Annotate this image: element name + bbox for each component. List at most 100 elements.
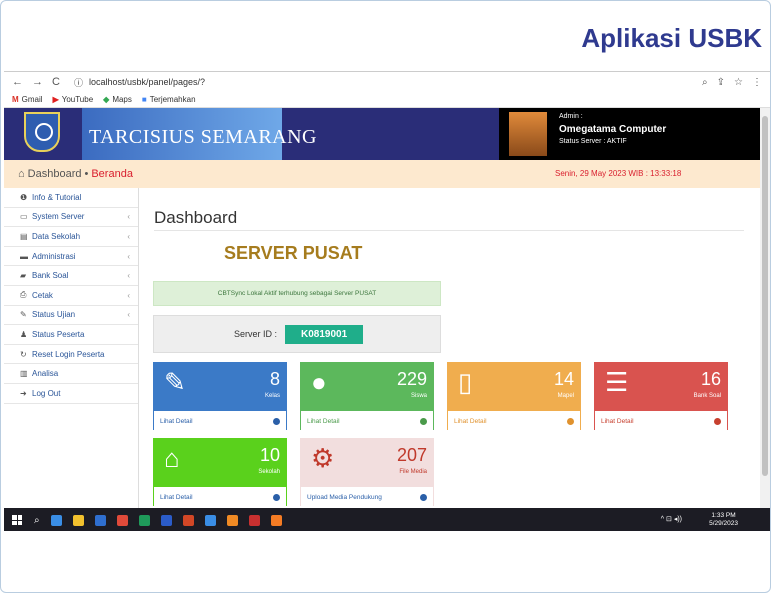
system-tray-icons[interactable]: ^ ⊡ ◂)) [661,515,682,523]
excel-icon[interactable] [138,514,150,526]
stat-value: 229 [396,369,427,389]
stat-card: ● 229 Siswa Lihat Detail [300,362,434,431]
arrow-circle-right-icon [567,417,574,425]
sidebar-item-reset-login-peserta[interactable]: ↻ Reset Login Peserta [4,345,138,365]
card-detail-link[interactable]: Upload Media Pendukung [301,487,433,507]
stat-value: 8 [269,369,280,389]
edit-icon: ✎ [20,310,27,320]
sidebar-item-log-out[interactable]: ➜ Log Out [4,384,138,404]
chevron-left-icon: ‹ [127,231,130,241]
zoom-icon[interactable]: ⌕ [702,77,708,88]
chevron-left-icon: ‹ [127,212,130,222]
bookmark-translate[interactable]: ■ Terjemahkan [142,95,196,104]
sidebar-item-info-tutorial[interactable]: ❶ Info & Tutorial [4,188,138,208]
app-icon[interactable] [204,514,216,526]
chevron-left-icon: ‹ [127,290,130,300]
monitor-icon: ▭ [20,212,28,222]
info-icon[interactable]: ⓘ [74,76,83,89]
clock-date: 5/29/2023 [709,520,738,527]
card-detail-link[interactable]: Lihat Detail [154,411,286,431]
sidebar-item-label: Data Sekolah [32,231,81,241]
datetime-display: Senin, 29 May 2023 WIB : 13:33:18 [555,169,682,178]
sidebar-item-bank-soal[interactable]: ▰ Bank Soal ‹ [4,266,138,286]
divider [154,230,744,231]
bookmark-youtube[interactable]: ▶ YouTube [53,95,94,104]
pdf-icon[interactable] [248,514,260,526]
breadcrumb: ⌂ Dashboard • Beranda Senin, 29 May 2023… [4,160,760,188]
server-status: Status Server : AKTIF [559,138,627,145]
sidebar-item-system-server[interactable]: ▭ System Server ‹ [4,208,138,228]
print-icon: ⎙ [20,290,27,300]
scrollbar[interactable] [760,108,770,508]
card-detail-link[interactable]: Lihat Detail [301,411,433,431]
stat-card: ⌂ 10 Sekolah Lihat Detail [153,438,287,507]
server-id-badge: K0819001 [285,324,364,344]
card-detail-link[interactable]: Lihat Detail [448,411,580,431]
user-icon: ♟ [20,329,28,339]
address-bar: ← → C ⓘ localhost/usbk/panel/pages/? ⌕ ⇪… [4,72,770,92]
sidebar-item-label: Log Out [32,388,61,398]
card-detail-link[interactable]: Lihat Detail [595,411,727,431]
info-icon: ❶ [20,192,28,202]
stat-card: ⚙ 207 File Media Upload Media Pendukung [300,438,434,507]
card-link-label: Lihat Detail [160,493,193,501]
breadcrumb-home[interactable]: Dashboard [28,168,82,180]
user-icon: ● [311,367,327,397]
sidebar-item-analisa[interactable]: ▥ Analisa [4,364,138,384]
vlc-icon[interactable] [226,514,238,526]
scrollbar-thumb[interactable] [762,116,768,476]
edit-icon: ✎ [164,367,186,397]
url-text[interactable]: localhost/usbk/panel/pages/? [89,77,205,87]
back-icon[interactable]: ← [12,76,23,88]
card-link-label: Lihat Detail [160,417,193,425]
sidebar-item-label: Status Ujian [32,310,76,320]
sidebar-item-status-ujian[interactable]: ✎ Status Ujian ‹ [4,306,138,326]
main-content: Dashboard SERVER PUSAT CBTSync Lokal Akt… [139,188,760,508]
building-icon: ▤ [20,231,28,241]
xampp-icon[interactable] [270,514,282,526]
sidebar-item-administrasi[interactable]: ▬ Administrasi ‹ [4,247,138,267]
avatar [509,112,547,156]
bookmark-maps[interactable]: ◆ Maps [103,95,132,104]
folder-icon[interactable] [72,514,84,526]
word-icon[interactable] [160,514,172,526]
forward-icon[interactable]: → [32,76,43,88]
stat-label: Kelas [264,393,280,399]
sidebar-item-status-peserta[interactable]: ♟ Status Peserta [4,325,138,345]
sidebar-item-label: Cetak [32,290,53,300]
sidebar-item-label: Administrasi [32,251,76,261]
reload-icon[interactable]: C [52,76,60,88]
school-name: TARCISIUS SEMARANG [89,126,317,148]
stat-card: ✎ 8 Kelas Lihat Detail [153,362,287,431]
menu-icon[interactable]: ⋮ [752,77,762,88]
stat-label: Bank Soal [693,393,721,399]
store-icon[interactable] [94,514,106,526]
sidebar: ❶ Info & Tutorial ▭ System Server ‹ ▤ Data Sek… [4,188,139,508]
arrow-circle-right-icon [273,417,280,425]
star-icon[interactable]: ☆ [734,77,743,88]
windows-start-icon[interactable] [12,515,22,525]
sidebar-item-label: System Server [32,212,85,222]
taskbar-clock[interactable]: 1:33 PM 5/29/2023 [709,512,738,528]
sidebar-item-label: Analisa [32,369,59,379]
card-detail-link[interactable]: Lihat Detail [154,487,286,507]
logout-icon: ➜ [20,388,27,398]
powerpoint-icon[interactable] [182,514,194,526]
bookmark-gmail[interactable]: M Gmail [12,95,43,104]
edge-icon[interactable] [50,514,62,526]
slide-title: Aplikasi USBK [581,23,762,53]
stat-card: ☰ 16 Bank Soal Lihat Detail [594,362,728,431]
sidebar-item-cetak[interactable]: ⎙ Cetak ‹ [4,286,138,306]
share-icon[interactable]: ⇪ [717,77,725,88]
stat-value: 10 [259,445,280,465]
card-link-label: Lihat Detail [454,417,487,425]
home-icon: ⌂ [164,443,180,473]
chrome-icon[interactable] [116,514,128,526]
chart-icon: ▥ [20,369,28,379]
sync-alert: CBTSync Lokal Aktif terhubung sebagai Se… [153,281,441,306]
search-icon[interactable]: ⌕ [34,515,40,526]
sidebar-item-data-sekolah[interactable]: ▤ Data Sekolah ‹ [4,227,138,247]
school-logo [24,112,60,152]
breadcrumb-current: Beranda [91,168,133,180]
stat-label: Siswa [410,393,427,399]
